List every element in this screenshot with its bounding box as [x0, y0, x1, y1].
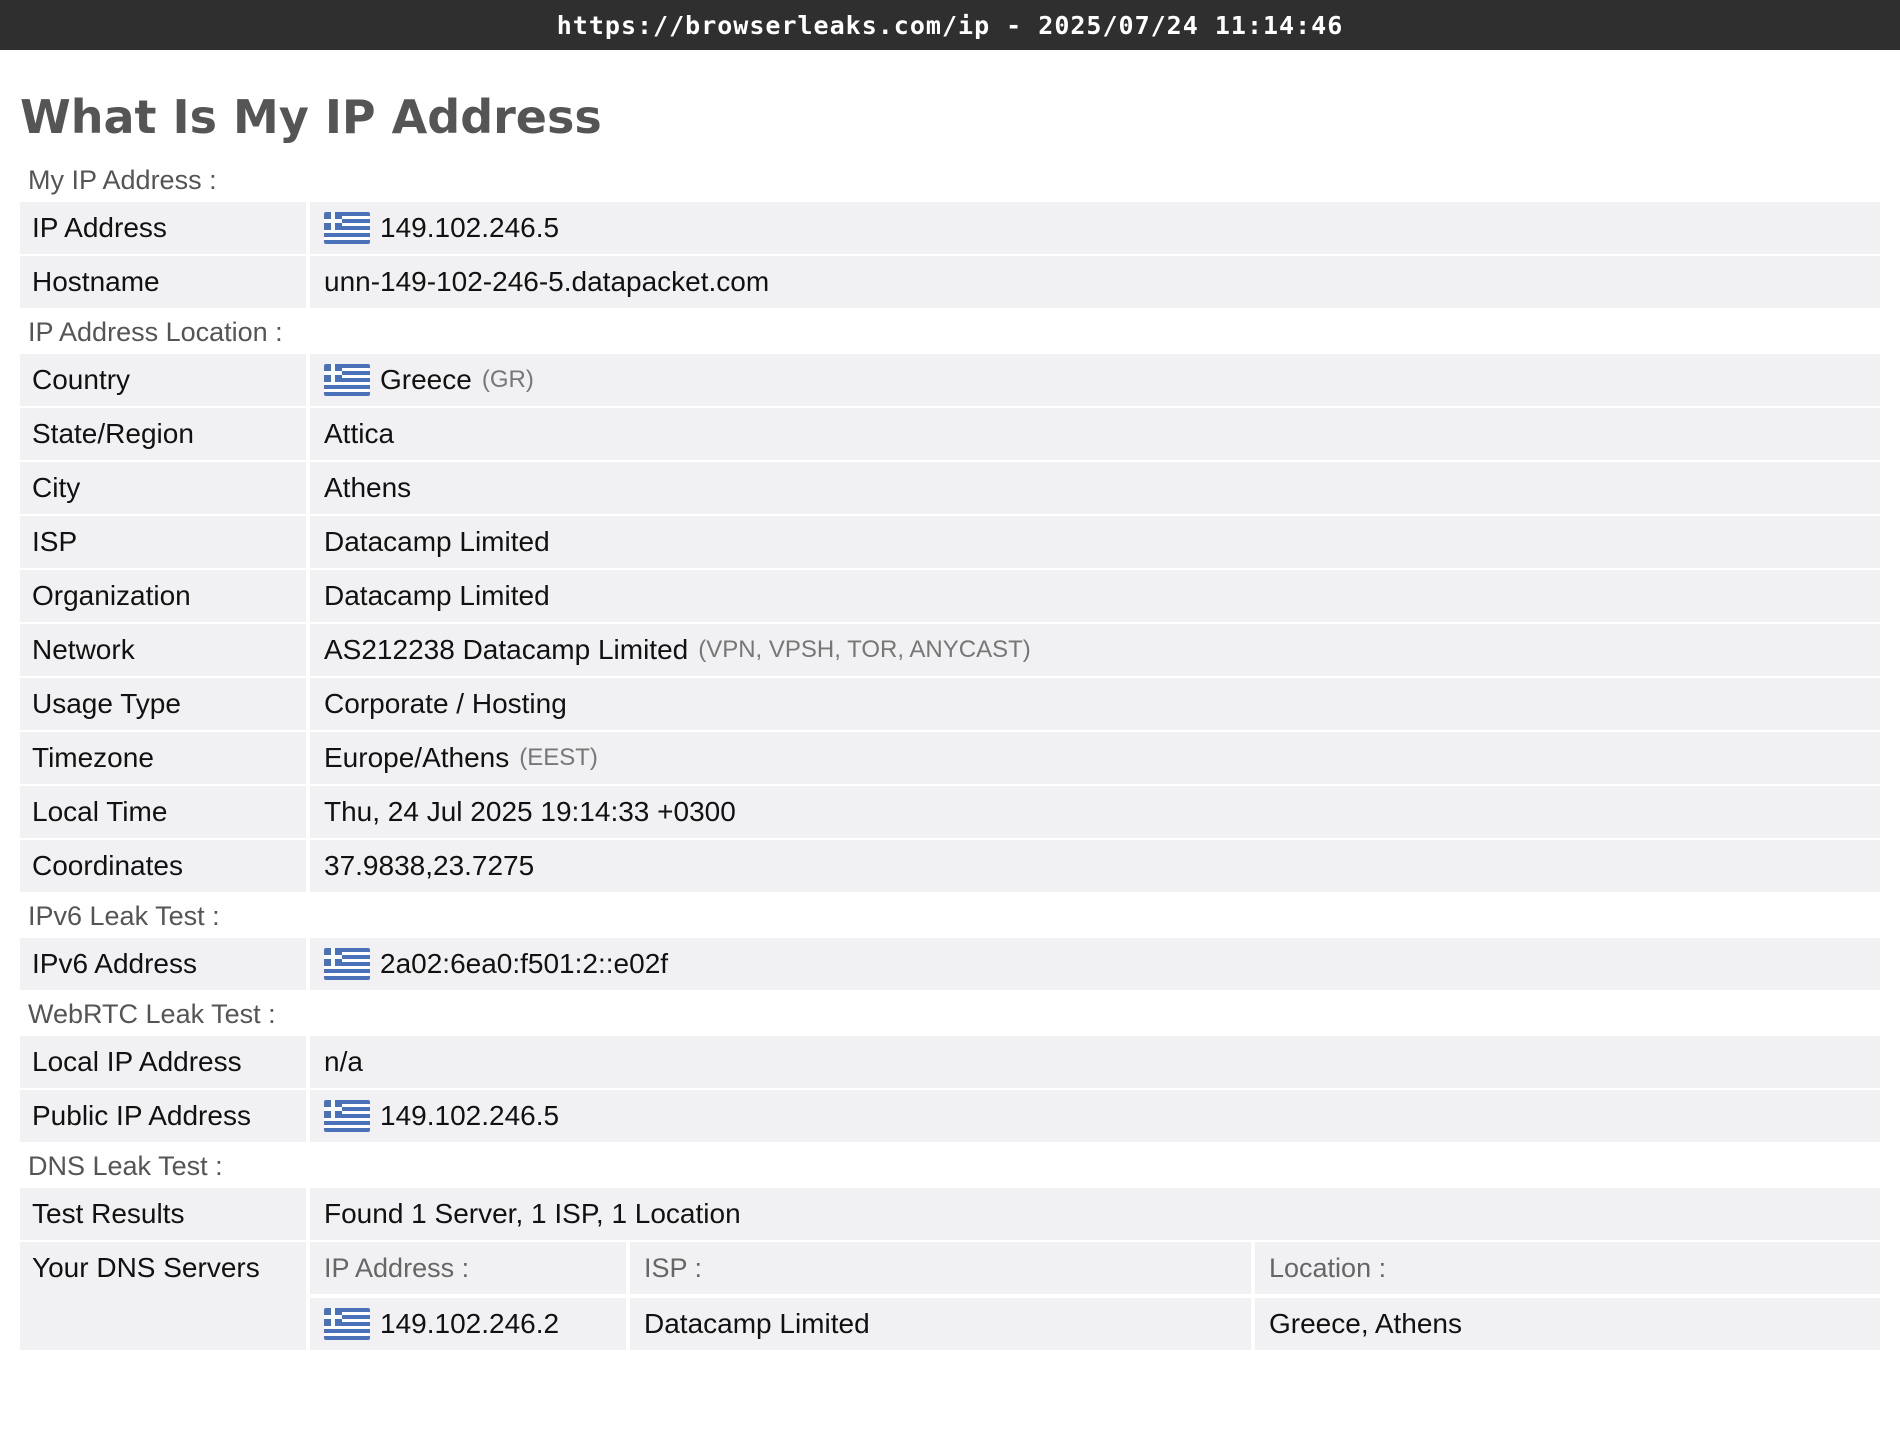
network-name: AS212238 Datacamp Limited [324, 634, 689, 665]
isp-value: Datacamp Limited [324, 526, 550, 557]
row-usage-type: Usage Type Corporate / Hosting [20, 678, 1880, 730]
greece-flag-icon [324, 364, 370, 396]
ipv6-address-value: 2a02:6ea0:f501:2::e02f [310, 938, 1880, 990]
dns-server-location: Greece, Athens [1251, 1298, 1880, 1350]
ipv6-address-text: 2a02:6ea0:f501:2::e02f [380, 948, 669, 979]
country-name: Greece [380, 364, 472, 395]
dns-servers-label: Your DNS Servers [20, 1242, 310, 1350]
section-location: IP Address Location : [28, 317, 283, 347]
section-dns: DNS Leak Test : [28, 1151, 223, 1181]
network-tags: (VPN, VPSH, TOR, ANYCAST) [698, 636, 1031, 663]
next-section-cutoff [20, 1356, 1880, 1386]
coordinates-value: 37.9838,23.7275 [324, 850, 535, 881]
row-region: State/Region Attica [20, 408, 1880, 460]
dns-col-location: Location : [1251, 1242, 1880, 1294]
organization-label: Organization [20, 570, 310, 622]
timezone-value: Europe/Athens (EEST) [310, 732, 1880, 784]
greece-flag-icon [324, 948, 370, 980]
section-my-ip: My IP Address : [28, 165, 217, 195]
local-time-label: Local Time [20, 786, 310, 838]
ipv6-address-label: IPv6 Address [20, 938, 310, 990]
row-network: Network AS212238 Datacamp Limited (VPN, … [20, 624, 1880, 676]
dns-server-ip-cell: 149.102.246.2 [310, 1298, 626, 1350]
ip-address-label: IP Address [20, 202, 310, 254]
dns-server-isp: Datacamp Limited [626, 1298, 1251, 1350]
city-value: Athens [324, 472, 412, 503]
row-country: Country Greece (GR) [20, 354, 1880, 406]
row-dns-results: Test Results Found 1 Server, 1 ISP, 1 Lo… [20, 1188, 1880, 1240]
dns-servers-block: Your DNS Servers IP Address : ISP : Loca… [20, 1242, 1880, 1350]
isp-label: ISP [20, 516, 310, 568]
url-timestamp-text: https://browserleaks.com/ip - 2025/07/24… [556, 10, 1344, 40]
usage-type-value: Corporate / Hosting [324, 688, 567, 719]
row-hostname: Hostname unn-149-102-246-5.datapacket.co… [20, 256, 1880, 308]
network-label: Network [20, 624, 310, 676]
public-ip-value: 149.102.246.5 [310, 1090, 1880, 1142]
ip-address-value: 149.102.246.5 [310, 202, 1880, 254]
row-local-ip: Local IP Address n/a [20, 1036, 1880, 1088]
url-timestamp-bar: https://browserleaks.com/ip - 2025/07/24… [0, 0, 1900, 50]
region-value: Attica [324, 418, 395, 449]
section-webrtc: WebRTC Leak Test : [28, 999, 276, 1029]
usage-type-label: Usage Type [20, 678, 310, 730]
network-value: AS212238 Datacamp Limited (VPN, VPSH, TO… [310, 624, 1880, 676]
hostname-label: Hostname [20, 256, 310, 308]
timezone-label: Timezone [20, 732, 310, 784]
dns-table-row: 149.102.246.2 Datacamp Limited Greece, A… [310, 1294, 1880, 1350]
greece-flag-icon [324, 1100, 370, 1132]
public-ip-text: 149.102.246.5 [380, 1100, 560, 1131]
row-public-ip: Public IP Address 149.102.246.5 [20, 1090, 1880, 1142]
dns-col-ip: IP Address : [324, 1252, 470, 1283]
city-label: City [20, 462, 310, 514]
country-code: (GR) [481, 366, 534, 393]
section-ipv6: IPv6 Leak Test : [28, 901, 220, 931]
main-content: What Is My IP Address My IP Address : IP… [0, 88, 1900, 1386]
dns-results-value: Found 1 Server, 1 ISP, 1 Location [324, 1198, 741, 1229]
row-ip-address: IP Address 149.102.246.5 [20, 202, 1880, 254]
local-ip-value: n/a [324, 1046, 363, 1077]
hostname-value: unn-149-102-246-5.datapacket.com [324, 266, 770, 297]
dns-server-ip: 149.102.246.2 [380, 1308, 560, 1339]
greece-flag-icon [324, 212, 370, 244]
page-title: What Is My IP Address [20, 90, 602, 144]
row-coordinates: Coordinates 37.9838,23.7275 [20, 840, 1880, 892]
row-isp: ISP Datacamp Limited [20, 516, 1880, 568]
dns-servers-table: IP Address : ISP : Location : 149.102.24… [310, 1242, 1880, 1350]
row-organization: Organization Datacamp Limited [20, 570, 1880, 622]
organization-value: Datacamp Limited [324, 580, 550, 611]
row-ipv6-address: IPv6 Address 2a02:6ea0:f501:2::e02f [20, 938, 1880, 990]
row-local-time: Local Time Thu, 24 Jul 2025 19:14:33 +03… [20, 786, 1880, 838]
row-city: City Athens [20, 462, 1880, 514]
dns-col-isp: ISP : [626, 1242, 1251, 1294]
dns-results-label: Test Results [20, 1188, 310, 1240]
row-timezone: Timezone Europe/Athens (EEST) [20, 732, 1880, 784]
region-label: State/Region [20, 408, 310, 460]
timezone-abbr: (EEST) [519, 744, 598, 771]
local-time-value: Thu, 24 Jul 2025 19:14:33 +0300 [324, 796, 736, 827]
ip-address-text: 149.102.246.5 [380, 212, 560, 243]
country-label: Country [20, 354, 310, 406]
local-ip-label: Local IP Address [20, 1036, 310, 1088]
country-value: Greece (GR) [310, 354, 1880, 406]
coordinates-label: Coordinates [20, 840, 310, 892]
timezone-name: Europe/Athens [324, 742, 510, 773]
dns-table-header: IP Address : ISP : Location : [310, 1242, 1880, 1294]
public-ip-label: Public IP Address [20, 1090, 310, 1142]
greece-flag-icon [324, 1308, 370, 1340]
